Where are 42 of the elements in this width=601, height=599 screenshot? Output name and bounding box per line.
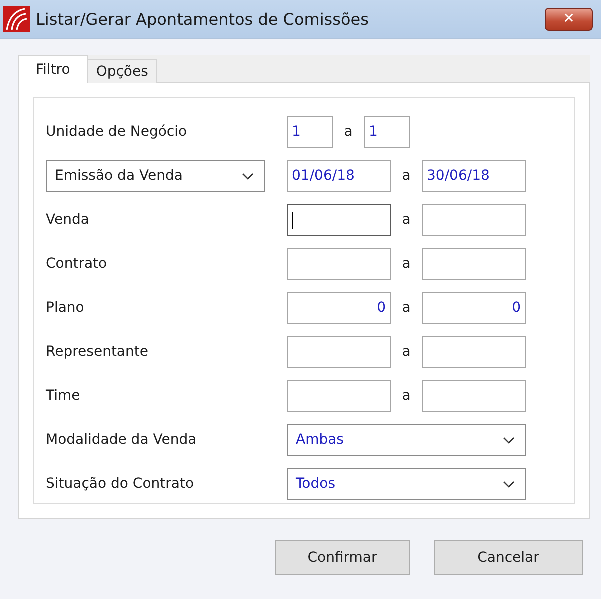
dialog-button[interactable]: Cancelar	[434, 540, 583, 575]
chevron-down-icon	[503, 480, 515, 488]
field-label: Situação do Contrato	[46, 475, 196, 494]
range-separator: a	[343, 124, 354, 140]
input-field[interactable]	[422, 204, 526, 236]
input-field[interactable]: 0	[287, 292, 391, 324]
range-separator: a	[401, 212, 412, 228]
field-label: Modalidade da Venda	[46, 431, 198, 450]
range-separator: a	[401, 388, 412, 404]
input-field[interactable]	[422, 336, 526, 368]
dropdown[interactable]: Todos	[287, 468, 526, 500]
input-field[interactable]	[287, 380, 391, 412]
input-field[interactable]: 1	[287, 116, 333, 148]
window-title: Listar/Gerar Apontamentos de Comissões	[36, 10, 370, 28]
input-field[interactable]	[287, 336, 391, 368]
input-field[interactable]: 30/06/18	[422, 160, 526, 192]
input-field[interactable]	[422, 380, 526, 412]
app-icon	[3, 6, 30, 32]
field-label: Contrato	[46, 255, 108, 274]
input-field[interactable]	[422, 248, 526, 280]
input-field[interactable]	[287, 248, 391, 280]
field-label: Time	[46, 387, 82, 406]
close-button[interactable]: ✕	[545, 8, 593, 30]
range-separator: a	[401, 344, 412, 360]
field-label: Representante	[46, 343, 150, 362]
field-label: Venda	[46, 211, 90, 230]
input-field[interactable]: 0	[422, 292, 526, 324]
chevron-down-icon	[242, 172, 254, 180]
range-separator: a	[401, 168, 412, 184]
input-field[interactable]: 01/06/18	[287, 160, 391, 192]
date-type-dropdown[interactable]: Emissão da Venda	[46, 160, 265, 192]
field-label: Plano	[46, 299, 86, 318]
tab[interactable]: Opções	[87, 59, 158, 83]
input-field[interactable]	[287, 204, 391, 236]
dropdown[interactable]: Ambas	[287, 424, 526, 456]
tab[interactable]: Filtro	[18, 55, 88, 83]
input-field[interactable]: 1	[364, 116, 410, 148]
chevron-down-icon	[503, 436, 515, 444]
field-label: Unidade de Negócio	[46, 123, 188, 142]
range-separator: a	[401, 256, 412, 272]
range-separator: a	[401, 300, 412, 316]
dialog-button[interactable]: Confirmar	[275, 540, 410, 575]
